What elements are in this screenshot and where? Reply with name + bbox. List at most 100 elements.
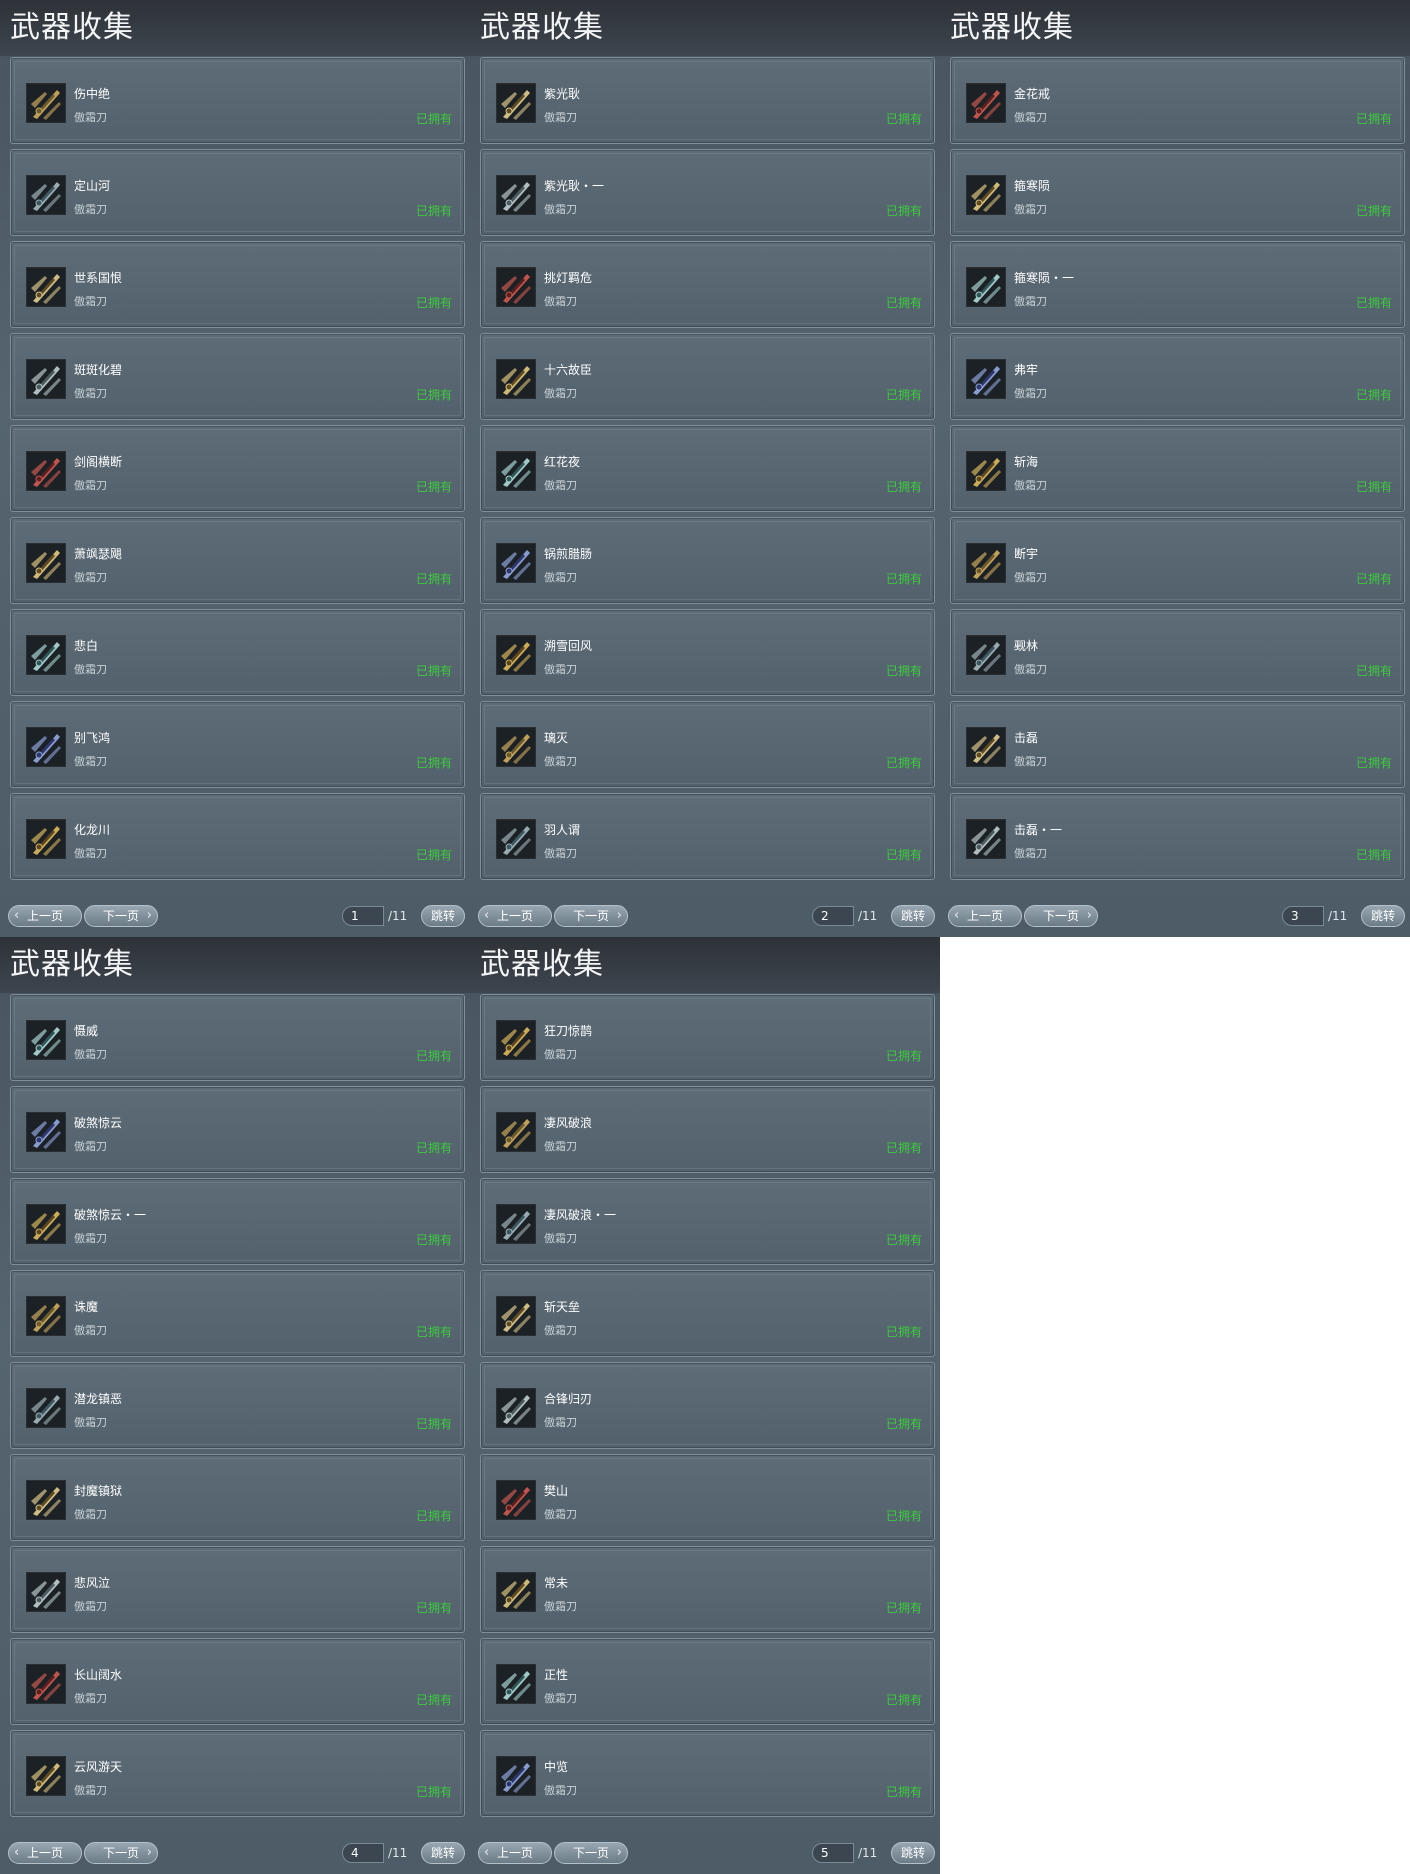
weapon-card[interactable]: 合锋归刃 傲霜刀 已拥有 (480, 1362, 935, 1449)
next-page-label: 下一页 (102, 1846, 139, 1860)
weapon-name: 箍寒陨 (1014, 179, 1051, 193)
weapon-card[interactable]: 凄风破浪 傲霜刀 已拥有 (480, 1086, 935, 1173)
weapon-card[interactable]: 狂刀惊鹊 傲霜刀 已拥有 (480, 994, 935, 1081)
weapon-card[interactable]: 金花戒 傲霜刀 已拥有 (950, 57, 1405, 144)
prev-page-button[interactable]: ‹ 上一页 (8, 1842, 82, 1864)
weapon-card[interactable]: 挑灯羁危 傲霜刀 已拥有 (480, 241, 935, 328)
weapon-card[interactable]: 封魔镇狱 傲霜刀 已拥有 (10, 1454, 465, 1541)
owned-status: 已拥有 (1355, 296, 1392, 310)
weapon-type: 傲霜刀 (74, 1784, 107, 1797)
next-page-label: 下一页 (102, 909, 139, 923)
weapon-card[interactable]: 破煞惊云・一 傲霜刀 已拥有 (10, 1178, 465, 1265)
weapon-card[interactable]: 诛魔 傲霜刀 已拥有 (10, 1270, 465, 1357)
weapon-card[interactable]: 斑斑化碧 傲霜刀 已拥有 (10, 333, 465, 420)
weapon-type: 傲霜刀 (1014, 571, 1047, 584)
weapon-card[interactable]: 箍寒陨 傲霜刀 已拥有 (950, 149, 1405, 236)
page-number-input[interactable]: 2 (812, 906, 854, 926)
weapon-card[interactable]: 中览 傲霜刀 已拥有 (480, 1730, 935, 1817)
weapon-name: 斩海 (1014, 455, 1039, 469)
weapon-card[interactable]: 悲风泣 傲霜刀 已拥有 (10, 1546, 465, 1633)
owned-status: 已拥有 (415, 1693, 452, 1707)
weapon-card[interactable]: 击磊 傲霜刀 已拥有 (950, 701, 1405, 788)
page-number-input[interactable]: 5 (812, 1843, 854, 1863)
weapon-type: 傲霜刀 (74, 847, 107, 860)
weapon-card[interactable]: 锅煎腊肠 傲霜刀 已拥有 (480, 517, 935, 604)
next-page-label: 下一页 (1042, 909, 1079, 923)
weapon-card[interactable]: 悲白 傲霜刀 已拥有 (10, 609, 465, 696)
weapon-card[interactable]: 化龙川 傲霜刀 已拥有 (10, 793, 465, 880)
weapon-card[interactable]: 羽人谓 傲霜刀 已拥有 (480, 793, 935, 880)
weapon-card[interactable]: 伤中绝 傲霜刀 已拥有 (10, 57, 465, 144)
weapon-type: 傲霜刀 (544, 1416, 577, 1429)
weapon-card[interactable]: 正性 傲霜刀 已拥有 (480, 1638, 935, 1725)
weapon-card[interactable]: 击磊・一 傲霜刀 已拥有 (950, 793, 1405, 880)
weapon-card[interactable]: 潜龙镇恶 傲霜刀 已拥有 (10, 1362, 465, 1449)
prev-page-label: 上一页 (26, 1846, 63, 1860)
owned-status: 已拥有 (885, 1141, 922, 1155)
next-page-button[interactable]: 下一页 › (1024, 905, 1098, 927)
prev-page-button[interactable]: ‹ 上一页 (478, 905, 552, 927)
jump-button[interactable]: 跳转 (891, 905, 935, 927)
weapon-name: 凄风破浪 (544, 1116, 593, 1130)
weapon-type: 傲霜刀 (74, 1232, 107, 1245)
weapon-card[interactable]: 定山河 傲霜刀 已拥有 (10, 149, 465, 236)
weapon-blade-icon (26, 1204, 66, 1244)
jump-button[interactable]: 跳转 (421, 1842, 465, 1864)
weapon-card[interactable]: 弗牢 傲霜刀 已拥有 (950, 333, 1405, 420)
weapon-blade-icon (966, 727, 1006, 767)
weapon-type: 傲霜刀 (544, 1232, 577, 1245)
weapon-name: 羽人谓 (544, 823, 581, 837)
weapon-card[interactable]: 红花夜 傲霜刀 已拥有 (480, 425, 935, 512)
pagination-bar: ‹ 上一页 下一页 › 2/11 跳转 (470, 903, 940, 931)
weapon-card[interactable]: 紫光耿 傲霜刀 已拥有 (480, 57, 935, 144)
prev-page-button[interactable]: ‹ 上一页 (478, 1842, 552, 1864)
weapon-card[interactable]: 萧飒瑟飓 傲霜刀 已拥有 (10, 517, 465, 604)
weapon-type: 傲霜刀 (74, 1324, 107, 1337)
weapon-name: 觋林 (1014, 639, 1039, 653)
next-page-button[interactable]: 下一页 › (84, 1842, 158, 1864)
page-number-input[interactable]: 3 (1282, 906, 1324, 926)
weapon-type: 傲霜刀 (544, 111, 577, 124)
next-page-button[interactable]: 下一页 › (554, 905, 628, 927)
weapon-blade-icon (496, 1388, 536, 1428)
weapon-card[interactable]: 溯雪回风 傲霜刀 已拥有 (480, 609, 935, 696)
jump-button[interactable]: 跳转 (891, 1842, 935, 1864)
next-page-button[interactable]: 下一页 › (554, 1842, 628, 1864)
owned-status: 已拥有 (415, 1601, 452, 1615)
weapon-card[interactable]: 长山阔水 傲霜刀 已拥有 (10, 1638, 465, 1725)
weapon-card[interactable]: 破煞惊云 傲霜刀 已拥有 (10, 1086, 465, 1173)
weapon-blade-icon (26, 267, 66, 307)
weapon-card[interactable]: 剑阁横断 傲霜刀 已拥有 (10, 425, 465, 512)
owned-status: 已拥有 (885, 204, 922, 218)
weapon-name: 箍寒陨・一 (1014, 271, 1075, 285)
weapon-card[interactable]: 斩海 傲霜刀 已拥有 (950, 425, 1405, 512)
weapon-card[interactable]: 云风游天 傲霜刀 已拥有 (10, 1730, 465, 1817)
page-total: /11 (1328, 909, 1348, 923)
weapon-card[interactable]: 斩天垒 傲霜刀 已拥有 (480, 1270, 935, 1357)
jump-button[interactable]: 跳转 (1361, 905, 1405, 927)
page-number-input[interactable]: 1 (342, 906, 384, 926)
panel-title: 武器收集 (480, 947, 604, 982)
next-page-button[interactable]: 下一页 › (84, 905, 158, 927)
weapon-card[interactable]: 常未 傲霜刀 已拥有 (480, 1546, 935, 1633)
jump-button[interactable]: 跳转 (421, 905, 465, 927)
weapon-blade-icon (26, 1572, 66, 1612)
weapon-card[interactable]: 慑威 傲霜刀 已拥有 (10, 994, 465, 1081)
weapon-card[interactable]: 凄风破浪・一 傲霜刀 已拥有 (480, 1178, 935, 1265)
weapon-card[interactable]: 十六故臣 傲霜刀 已拥有 (480, 333, 935, 420)
weapon-card[interactable]: 璃灭 傲霜刀 已拥有 (480, 701, 935, 788)
weapon-card[interactable]: 樊山 傲霜刀 已拥有 (480, 1454, 935, 1541)
page-number-input[interactable]: 4 (342, 1843, 384, 1863)
weapon-type: 傲霜刀 (544, 1784, 577, 1797)
weapon-card[interactable]: 箍寒陨・一 傲霜刀 已拥有 (950, 241, 1405, 328)
weapon-card[interactable]: 觋林 傲霜刀 已拥有 (950, 609, 1405, 696)
prev-page-button[interactable]: ‹ 上一页 (8, 905, 82, 927)
weapon-card[interactable]: 紫光耿・一 傲霜刀 已拥有 (480, 149, 935, 236)
weapon-card[interactable]: 断宇 傲霜刀 已拥有 (950, 517, 1405, 604)
weapon-blade-icon (966, 83, 1006, 123)
owned-status: 已拥有 (1355, 848, 1392, 862)
weapon-name: 挑灯羁危 (544, 271, 593, 285)
weapon-card[interactable]: 别飞鸿 傲霜刀 已拥有 (10, 701, 465, 788)
weapon-card[interactable]: 世系国恨 傲霜刀 已拥有 (10, 241, 465, 328)
prev-page-button[interactable]: ‹ 上一页 (948, 905, 1022, 927)
